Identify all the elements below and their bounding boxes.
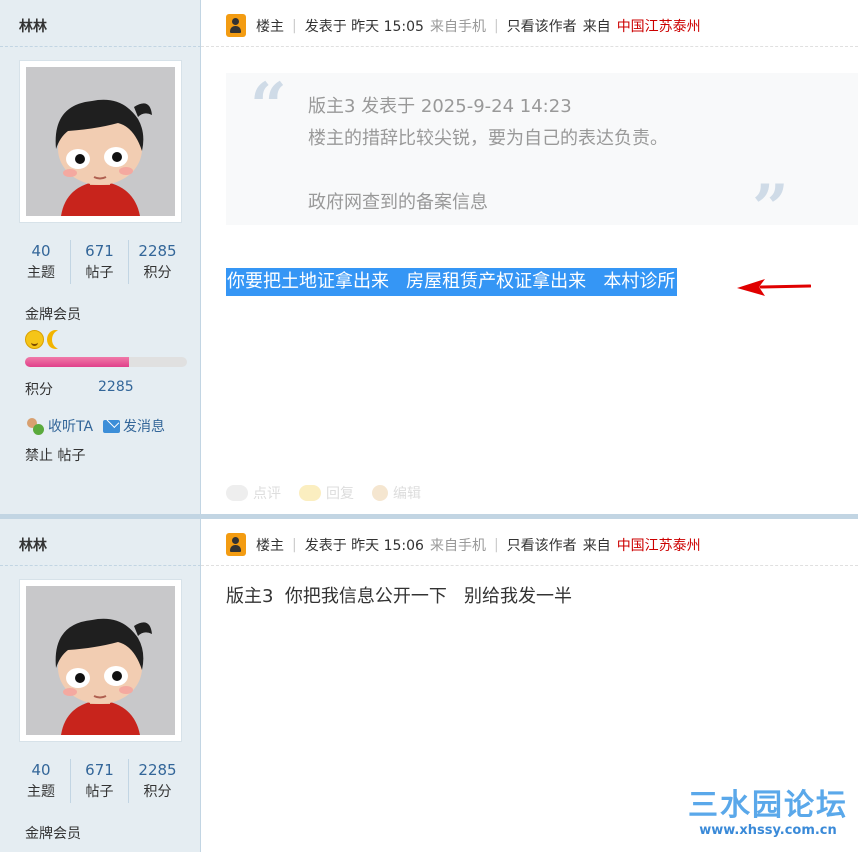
thread-starter-icon xyxy=(226,14,246,37)
quote-block: “ ” 版主3 发表于 2025-9-24 14:23 楼主的措辞比较尖锐，要为… xyxy=(226,69,858,246)
comment-button[interactable]: 点评 xyxy=(226,483,281,503)
stat-points-label: 积分 xyxy=(143,265,172,281)
watermark-title: 三水园论坛 xyxy=(688,788,848,823)
location-label: 来自 xyxy=(582,18,611,35)
reply-icon xyxy=(299,485,321,501)
quote-header: 版主3 发表于 2025-9-24 14:23 xyxy=(308,96,572,117)
ban-posts-link[interactable]: 禁止 帖子 xyxy=(25,445,85,465)
level-progress-bar xyxy=(25,357,187,367)
reply-label: 回复 xyxy=(326,486,354,502)
stat-threads-label: 主题 xyxy=(27,265,55,281)
header-divider xyxy=(201,46,858,47)
post-time: 发表于 昨天 15:06 xyxy=(304,537,424,554)
thread-starter-badge: 楼主 xyxy=(256,537,284,554)
quote-line: 楼主的措辞比较尖锐，要为自己的表达负责。 xyxy=(308,128,668,149)
author-name[interactable]: 林林 xyxy=(19,535,47,555)
stat-threads[interactable]: 40 主题 xyxy=(12,759,70,803)
post-content: 版主3 你把我信息公开一下 别给我发一半 xyxy=(226,586,573,607)
author-sidebar: 林林 xyxy=(0,0,201,517)
header-divider xyxy=(201,565,858,566)
stat-posts-label: 帖子 xyxy=(85,784,114,800)
stat-threads[interactable]: 40 主题 xyxy=(12,240,70,284)
separator: | xyxy=(493,536,499,553)
send-message-button[interactable]: 发消息 xyxy=(103,416,165,436)
comment-icon xyxy=(226,485,248,501)
edit-button[interactable]: 编辑 xyxy=(372,483,421,503)
site-watermark: 三水园论坛 www.xhssy.com.cn xyxy=(688,788,848,839)
post-footer: 点评 回复 编辑 xyxy=(226,483,421,503)
stat-posts-count: 671 xyxy=(85,761,114,779)
level-progress-fill xyxy=(25,357,129,367)
comment-label: 点评 xyxy=(253,486,281,502)
only-author-link[interactable]: 只看该作者 xyxy=(507,535,577,555)
author-name[interactable]: 林林 xyxy=(19,16,47,36)
stat-posts-label: 帖子 xyxy=(85,265,114,281)
sidebar-divider xyxy=(0,565,201,566)
open-quote-icon: “ xyxy=(250,69,287,144)
follow-button[interactable]: 收听TA xyxy=(25,416,93,436)
avatar-image xyxy=(26,586,175,735)
author-actions: 收听TA 发消息 xyxy=(25,416,165,436)
moon-medal-icon xyxy=(52,330,69,349)
stat-threads-count: 40 xyxy=(31,761,51,779)
edit-icon xyxy=(372,485,388,501)
send-message-label: 发消息 xyxy=(123,419,166,435)
stat-points[interactable]: 2285 积分 xyxy=(128,759,186,803)
follow-icon xyxy=(25,417,45,435)
stat-posts-count: 671 xyxy=(85,242,114,260)
thread-starter-badge: 楼主 xyxy=(256,18,284,35)
watermark-url: www.xhssy.com.cn xyxy=(699,823,837,838)
post-location: 中国江苏泰州 xyxy=(616,537,701,554)
avatar[interactable] xyxy=(19,579,182,742)
stat-posts[interactable]: 671 帖子 xyxy=(70,759,128,803)
user-rank[interactable]: 金牌会员 xyxy=(25,304,81,324)
avatar[interactable] xyxy=(19,60,182,223)
medals xyxy=(25,330,69,349)
smile-medal-icon xyxy=(25,330,44,349)
stat-points[interactable]: 2285 积分 xyxy=(128,240,186,284)
stat-threads-count: 40 xyxy=(31,242,51,260)
post-device: 来自手机 xyxy=(429,18,486,35)
post-location: 中国江苏泰州 xyxy=(616,18,701,35)
avatar-image xyxy=(26,67,175,216)
separator: | xyxy=(493,17,499,34)
mail-icon xyxy=(103,419,121,433)
post-header: 楼主 | 发表于 昨天 15:06 来自手机 | 只看该作者 来自 中国江苏泰州 xyxy=(226,533,701,556)
quote-line: 政府网查到的备案信息 xyxy=(308,192,488,213)
post-1: 林林 40 主题 671 帖子 2285 积分 金牌会员 积分 2285 收听T… xyxy=(0,0,858,517)
stat-threads-label: 主题 xyxy=(27,784,55,800)
author-stats: 40 主题 671 帖子 2285 积分 xyxy=(12,759,188,803)
score-row: 积分 2285 xyxy=(25,379,134,399)
author-stats: 40 主题 671 帖子 2285 积分 xyxy=(12,240,188,284)
stat-points-count: 2285 xyxy=(138,761,177,779)
thread-starter-icon xyxy=(226,533,246,556)
score-value: 2285 xyxy=(98,379,134,395)
location-label: 来自 xyxy=(582,537,611,554)
separator: | xyxy=(292,536,297,553)
author-sidebar: 林林 xyxy=(0,519,201,852)
stat-points-count: 2285 xyxy=(138,242,177,260)
red-arrow-icon xyxy=(737,279,811,296)
user-rank[interactable]: 金牌会员 xyxy=(25,823,81,843)
only-author-link[interactable]: 只看该作者 xyxy=(507,16,577,36)
score-label: 积分 xyxy=(25,382,53,398)
sidebar-divider xyxy=(0,46,201,47)
highlighted-text[interactable]: 你要把土地证拿出来 房屋租赁产权证拿出来 本村诊所 xyxy=(226,268,678,296)
quote-text: 版主3 发表于 2025-9-24 14:23 楼主的措辞比较尖锐，要为自己的表… xyxy=(308,91,668,219)
edit-label: 编辑 xyxy=(393,486,421,502)
post-device: 来自手机 xyxy=(429,537,486,554)
reply-button[interactable]: 回复 xyxy=(299,483,354,503)
post-header: 楼主 | 发表于 昨天 15:05 来自手机 | 只看该作者 来自 中国江苏泰州 xyxy=(226,14,701,37)
post-time: 发表于 昨天 15:05 xyxy=(304,18,424,35)
separator: | xyxy=(292,17,297,34)
follow-label: 收听TA xyxy=(48,419,94,435)
stat-points-label: 积分 xyxy=(143,784,172,800)
close-quote-icon: ” xyxy=(752,171,789,246)
post-2: 林林 40 主题 671 帖子 2285 积分 金牌会员 楼主 | 发表于 昨天… xyxy=(0,519,858,852)
stat-posts[interactable]: 671 帖子 xyxy=(70,240,128,284)
